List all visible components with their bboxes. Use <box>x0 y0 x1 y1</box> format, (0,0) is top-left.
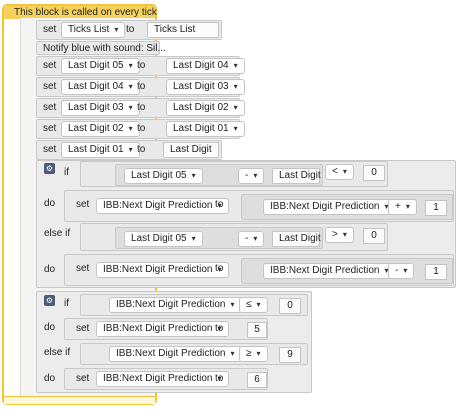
gear-icon[interactable]: ⚙ <box>44 295 55 306</box>
gear-icon[interactable]: ⚙ <box>44 163 55 174</box>
comparison-dropdown[interactable]: ≥ <box>239 346 268 362</box>
operator-dropdown[interactable]: - <box>388 263 415 279</box>
number-block[interactable]: 1 <box>425 200 447 216</box>
set-last-digit-01-block[interactable]: set Last Digit 01 to Last Digit <box>36 140 222 160</box>
variable-dropdown[interactable]: IBB:Next Digit Prediction <box>96 198 229 214</box>
event-block-footer <box>4 396 155 404</box>
set-label: set <box>43 24 57 35</box>
to-label: to <box>126 24 135 35</box>
set-prediction-block[interactable]: set IBB:Next Digit Prediction to IBB:Nex… <box>64 254 454 286</box>
variable-block[interactable]: Last Digit <box>272 231 321 247</box>
variable-dropdown[interactable]: Last Digit 05 <box>124 231 203 247</box>
variable-dropdown[interactable]: IBB:Next Digit Prediction <box>96 371 229 387</box>
set-last-digit-05-block[interactable]: set Last Digit 05 to Last Digit 04 <box>36 56 245 76</box>
number-block[interactable]: 1 <box>425 264 447 280</box>
set-prediction-block[interactable]: set IBB:Next Digit Prediction to 6 <box>64 368 268 390</box>
to-label: to <box>137 123 146 134</box>
else-if-label: else if <box>44 228 71 239</box>
arithmetic-block[interactable]: IBB:Next Digit Prediction + 1 <box>241 194 453 220</box>
do-label: do <box>44 198 56 209</box>
value-block[interactable]: Last Digit <box>163 142 219 158</box>
set-label: set <box>76 373 90 384</box>
variable-dropdown[interactable]: IBB:Next Digit Prediction <box>96 262 229 278</box>
number-block[interactable]: 0 <box>279 298 301 314</box>
set-label: set <box>43 144 57 155</box>
compare-block[interactable]: Last Digit 05 - Last Digit < 0 <box>80 161 388 187</box>
set-last-digit-04-block[interactable]: set Last Digit 04 to Last Digit 03 <box>36 77 245 97</box>
number-block[interactable]: 6 <box>247 372 267 388</box>
variable-dropdown[interactable]: Last Digit 04 <box>61 79 140 95</box>
variable-dropdown[interactable]: Last Digit 05 <box>124 168 203 184</box>
value-dropdown[interactable]: Last Digit 04 <box>166 58 245 74</box>
variable-dropdown[interactable]: IBB:Next Digit Prediction <box>109 346 242 362</box>
notify-label: Notify blue with sound: Sil... <box>43 43 166 54</box>
to-label: to <box>137 60 146 71</box>
number-block[interactable]: 9 <box>279 347 301 363</box>
notify-block[interactable]: Notify blue with sound: Sil... <box>36 41 166 55</box>
set-label: set <box>43 81 57 92</box>
do-label: do <box>44 264 56 275</box>
value-dropdown[interactable]: Last Digit 02 <box>166 100 245 116</box>
variable-dropdown[interactable]: Last Digit 03 <box>61 100 140 116</box>
variable-dropdown[interactable]: IBB:Next Digit Prediction <box>96 321 229 337</box>
if-label: if <box>64 298 69 309</box>
set-label: set <box>76 263 90 274</box>
comparison-dropdown[interactable]: > <box>325 227 354 243</box>
event-block-label: This block is called on every tick <box>14 7 157 18</box>
variable-dropdown[interactable]: Ticks List <box>61 22 126 38</box>
do-label: do <box>44 322 56 333</box>
variable-block[interactable]: Last Digit <box>272 168 321 184</box>
set-prediction-block[interactable]: set IBB:Next Digit Prediction to IBB:Nex… <box>64 190 454 222</box>
set-last-digit-03-block[interactable]: set Last Digit 03 to Last Digit 02 <box>36 98 245 118</box>
compare-block[interactable]: IBB:Next Digit Prediction ≤ 0 <box>80 294 308 316</box>
arithmetic-block[interactable]: IBB:Next Digit Prediction - 1 <box>241 258 453 284</box>
do-label: do <box>44 373 56 384</box>
set-label: set <box>76 323 90 334</box>
operator-dropdown[interactable]: + <box>388 199 417 215</box>
comparison-dropdown[interactable]: < <box>325 164 354 180</box>
to-label: to <box>137 144 146 155</box>
set-label: set <box>43 123 57 134</box>
number-block[interactable]: 0 <box>363 228 385 244</box>
set-label: set <box>43 102 57 113</box>
set-prediction-block[interactable]: set IBB:Next Digit Prediction to 5 <box>64 318 268 340</box>
number-block[interactable]: 0 <box>363 165 385 181</box>
value-dropdown[interactable]: Last Digit 03 <box>166 79 245 95</box>
comparison-dropdown[interactable]: ≤ <box>239 297 268 313</box>
to-label: to <box>137 102 146 113</box>
math-block[interactable]: Last Digit 05 - Last Digit <box>115 227 323 249</box>
variable-dropdown[interactable]: IBB:Next Digit Prediction <box>109 297 242 313</box>
compare-block[interactable]: IBB:Next Digit Prediction ≥ 9 <box>80 343 308 365</box>
else-if-label: else if <box>44 347 71 358</box>
set-last-digit-02-block[interactable]: set Last Digit 02 to Last Digit 01 <box>36 119 245 139</box>
set-ticks-list-block[interactable]: set Ticks List to Ticks List <box>36 20 222 40</box>
to-label: to <box>215 373 224 384</box>
value-dropdown[interactable]: Last Digit 01 <box>166 121 245 137</box>
operator-dropdown[interactable]: - <box>238 168 265 184</box>
to-label: to <box>215 263 224 274</box>
variable-dropdown[interactable]: Last Digit 05 <box>61 58 140 74</box>
value-block[interactable]: Ticks List <box>147 22 219 38</box>
to-label: to <box>215 323 224 334</box>
variable-dropdown[interactable]: Last Digit 01 <box>61 142 140 158</box>
compare-block[interactable]: Last Digit 05 - Last Digit > 0 <box>80 223 388 251</box>
math-block[interactable]: Last Digit 05 - Last Digit <box>115 164 323 186</box>
set-label: set <box>76 199 90 210</box>
set-label: set <box>43 60 57 71</box>
number-block[interactable]: 5 <box>247 322 267 338</box>
operator-dropdown[interactable]: - <box>238 231 265 247</box>
if-label: if <box>64 167 69 178</box>
variable-dropdown[interactable]: Last Digit 02 <box>61 121 140 137</box>
to-label: to <box>215 199 224 210</box>
to-label: to <box>137 81 146 92</box>
variable-dropdown[interactable]: IBB:Next Digit Prediction <box>263 199 396 215</box>
variable-dropdown[interactable]: IBB:Next Digit Prediction <box>263 263 396 279</box>
